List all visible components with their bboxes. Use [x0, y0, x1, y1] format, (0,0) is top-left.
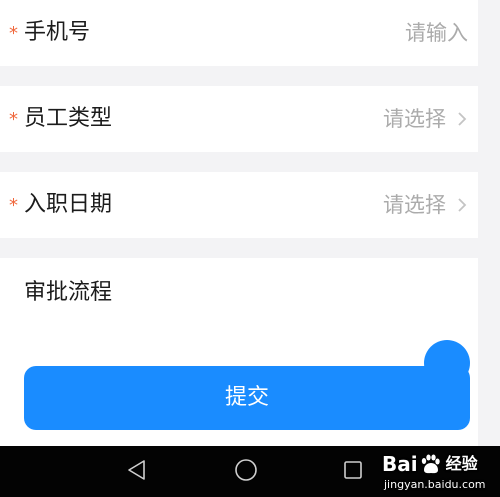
hire-date-select[interactable]: 请选择: [383, 190, 446, 220]
phone-field-row[interactable]: * 手机号 请输入: [0, 0, 478, 66]
phone-label: 手机号: [24, 20, 91, 45]
submit-button[interactable]: 提交: [24, 366, 470, 430]
watermark-url: jingyan.baidu.com: [384, 478, 486, 491]
required-mark: *: [9, 23, 18, 44]
employee-type-select[interactable]: 请选择: [383, 104, 446, 134]
approval-title: 审批流程: [24, 280, 113, 305]
employee-type-label: 员工类型: [24, 106, 113, 131]
watermark-brand-left: Bai: [382, 452, 418, 476]
hire-date-field-row[interactable]: * 入职日期 请选择: [0, 172, 478, 238]
watermark-brand-right: 经验: [445, 454, 478, 473]
baidu-logo: Bai 经验: [382, 450, 492, 480]
paw-icon: [421, 454, 440, 474]
home-icon[interactable]: [234, 458, 258, 482]
employee-type-field-row[interactable]: * 员工类型 请选择: [0, 86, 478, 152]
chevron-right-icon: [458, 112, 467, 126]
required-mark: *: [9, 195, 18, 216]
recent-apps-icon[interactable]: [343, 460, 363, 480]
hire-date-label: 入职日期: [24, 192, 113, 217]
chevron-right-icon: [458, 198, 467, 212]
phone-input[interactable]: 请输入: [405, 18, 468, 48]
back-icon[interactable]: [126, 459, 148, 481]
required-mark: *: [9, 109, 18, 130]
baidu-jingyan-watermark: Bai 经验 jingyan.baidu.com: [382, 448, 494, 494]
